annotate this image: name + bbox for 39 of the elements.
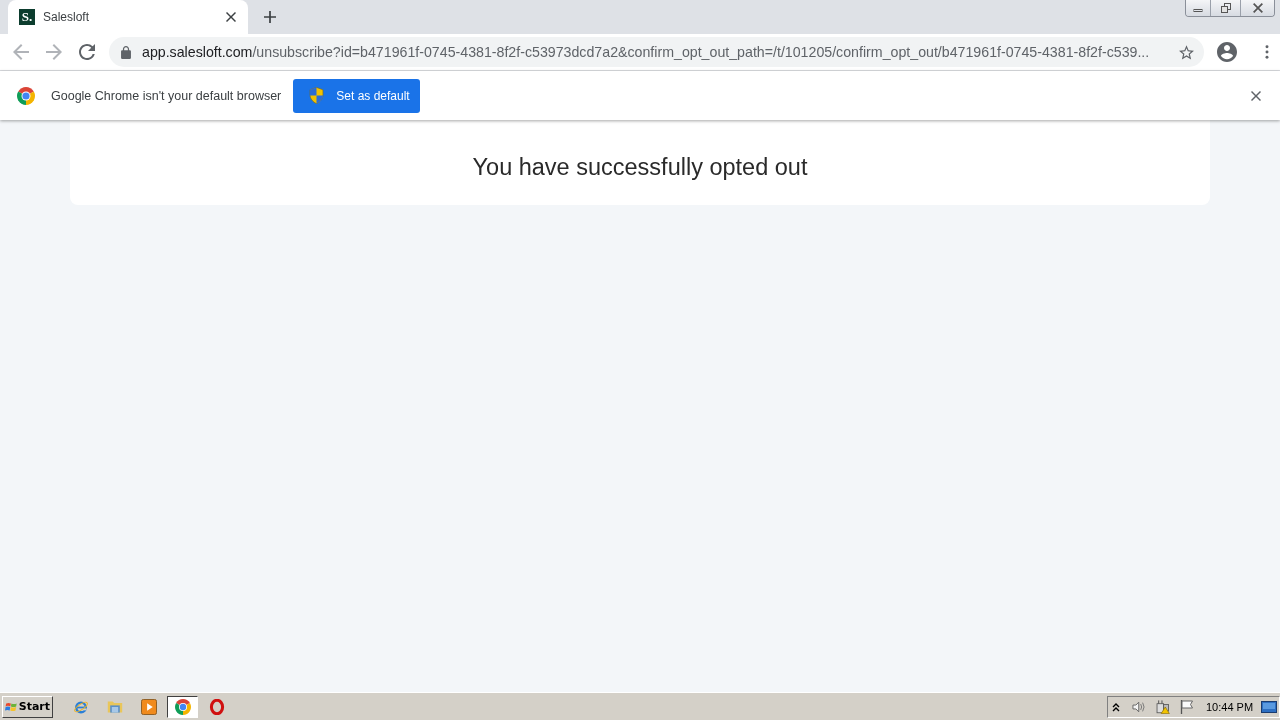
desktop-icon[interactable] [1261, 700, 1277, 713]
close-icon[interactable] [226, 12, 236, 22]
ring-icon [208, 698, 225, 715]
site-logo: S. [19, 9, 35, 25]
browser-tab[interactable]: S. Salesloft [8, 0, 248, 34]
star-icon[interactable] [1179, 44, 1194, 60]
reload-icon [79, 44, 95, 60]
globe-e-icon [72, 698, 89, 715]
address-bar[interactable]: app.salesloft.com/unsubscribe?id=b471961f-0745-4381-8f2f-c53973dcd7a2&confirm_opt_out_path=/t/101205/confirm_opt_out/b471961f-0745-4381-8f2f-c539... [109, 37, 1204, 67]
close-icon[interactable] [1251, 90, 1261, 101]
network-warning-icon[interactable] [1156, 699, 1170, 714]
folder-icon [106, 698, 123, 715]
taskbar-button[interactable] [167, 695, 198, 718]
set-default-button[interactable]: Set as default [293, 78, 421, 113]
shield-icon [309, 87, 325, 104]
plus-icon[interactable] [264, 11, 276, 23]
minimize-button[interactable] [1186, 0, 1210, 16]
clock-text[interactable]: 10:44 PM [1206, 700, 1254, 713]
start-button[interactable]: Start [2, 695, 53, 718]
menu-icon[interactable] [1265, 45, 1269, 59]
chrome-logo-icon [17, 86, 35, 105]
chrome-logo-icon [174, 698, 191, 715]
restore-icon [1220, 3, 1231, 13]
arrow-left-icon [13, 44, 29, 60]
profile-icon[interactable] [1217, 42, 1237, 62]
flag-icon[interactable] [1180, 699, 1194, 714]
play-icon [140, 698, 157, 715]
restore-button[interactable] [1210, 0, 1240, 16]
url-text: app.salesloft.com/unsubscribe?id=b471961f-0745-4381-8f2f-c53973dcd7a2&confirm_opt_out_path=/t/101205/confirm_opt_out/b471961f-0745-4381-8f2f-c539... [142, 44, 1151, 60]
close-icon [1252, 3, 1263, 13]
tab-title: Salesloft [43, 10, 91, 24]
arrow-right-icon [46, 44, 62, 60]
speaker-icon[interactable] [1132, 699, 1146, 714]
lock-icon [121, 45, 131, 59]
infobar-message: Google Chrome isn't your default browser [51, 88, 282, 103]
minimize-icon [1193, 9, 1203, 12]
chevron-up-icon[interactable] [1112, 701, 1120, 712]
close-button[interactable] [1240, 0, 1274, 16]
confirmation-message: You have successfully opted out [472, 154, 808, 181]
